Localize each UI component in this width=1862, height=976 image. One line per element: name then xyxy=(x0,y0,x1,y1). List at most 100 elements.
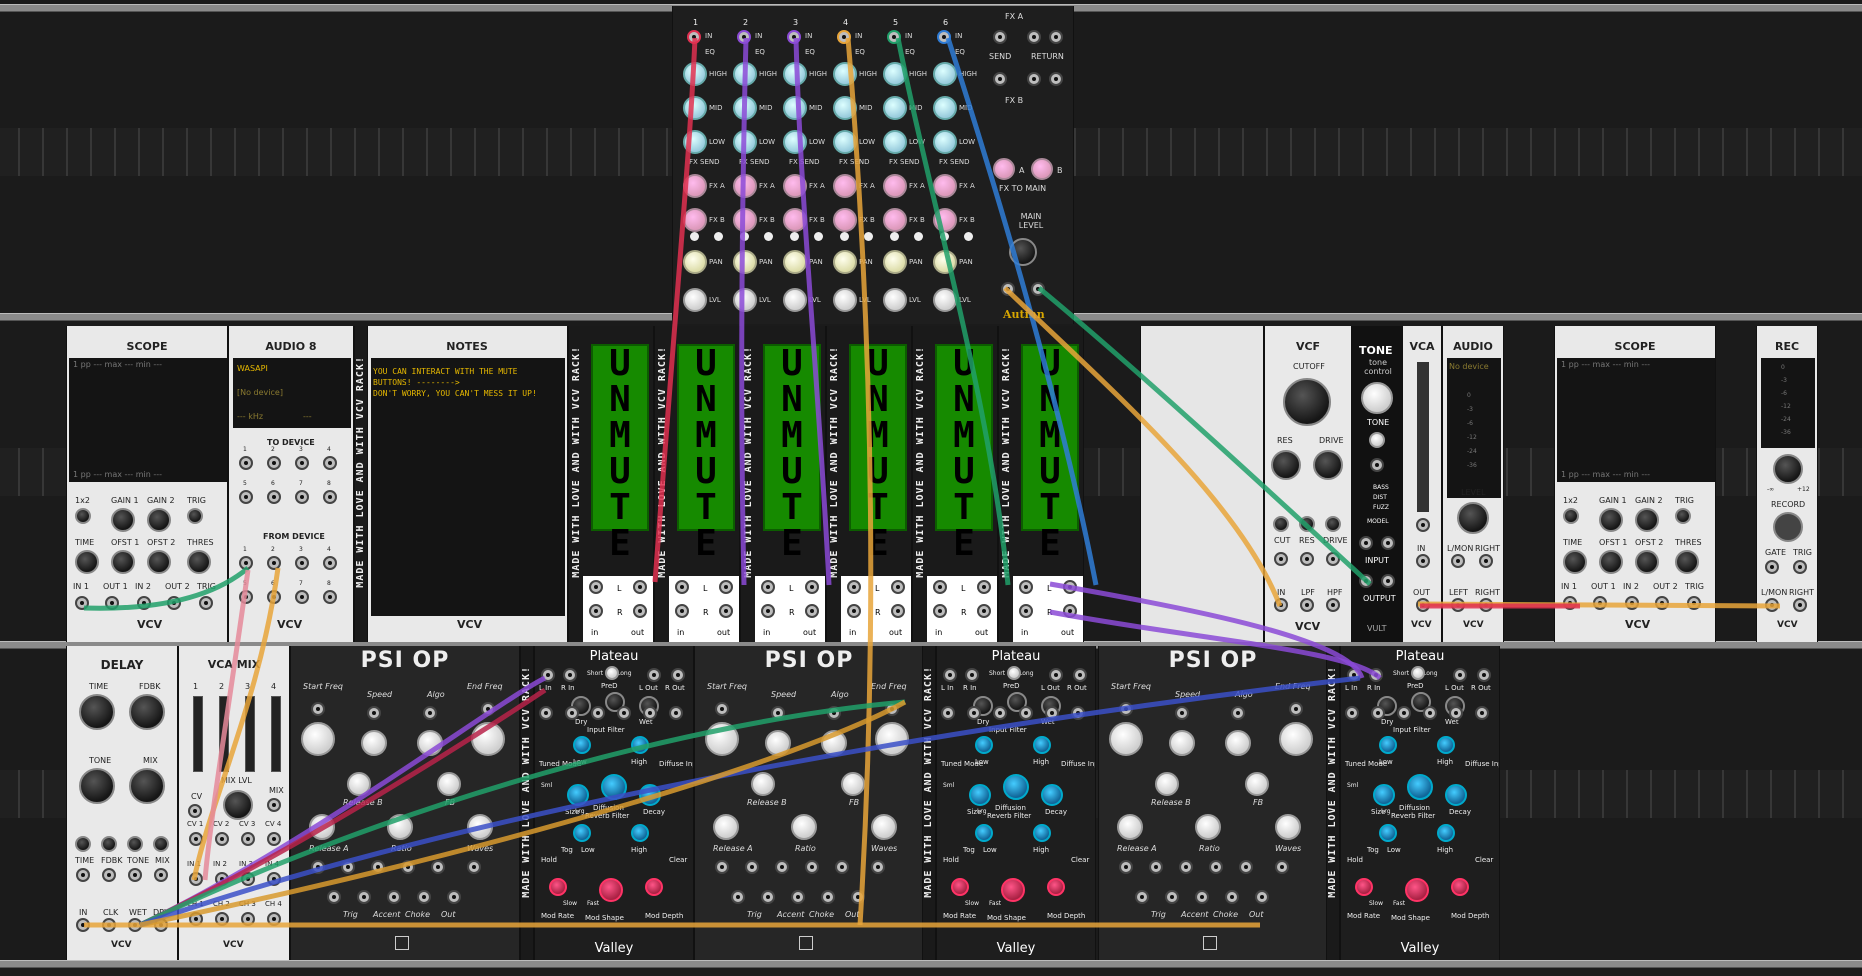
rec-r-jack[interactable] xyxy=(1793,598,1807,612)
mixer-mute-button[interactable] xyxy=(690,232,699,241)
speed-cv-jack[interactable] xyxy=(1175,706,1189,720)
mixer-solo-button[interactable] xyxy=(964,232,973,241)
vca-mix-in3-jack[interactable] xyxy=(241,872,255,886)
reverb-low-knob[interactable] xyxy=(573,824,591,842)
drive-knob[interactable] xyxy=(1313,450,1343,480)
audio8-to-device-jack[interactable] xyxy=(239,490,253,504)
scope-knob[interactable] xyxy=(147,550,171,574)
mixer-mute-button[interactable] xyxy=(790,232,799,241)
psi-op-cv-jack[interactable] xyxy=(1275,860,1289,874)
plateau-cv-jack[interactable] xyxy=(539,706,553,720)
mod-rate-knob[interactable] xyxy=(1355,878,1373,896)
end-freq-knob[interactable] xyxy=(471,722,505,756)
mixer-pan-knob[interactable] xyxy=(683,250,707,274)
vca-mix-in1-jack[interactable] xyxy=(189,872,203,886)
mixer-pan-knob[interactable] xyxy=(733,250,757,274)
mixer-in-jack[interactable] xyxy=(937,30,951,44)
ratio-knob[interactable] xyxy=(791,814,817,840)
delay-fdbk-cv-knob[interactable] xyxy=(101,836,117,852)
vca-mix-mix-jack[interactable] xyxy=(267,798,281,812)
psi-op-cv-jack[interactable] xyxy=(467,860,481,874)
mixer-mid-knob[interactable] xyxy=(783,96,807,120)
mixer-low-knob[interactable] xyxy=(733,130,757,154)
audio8-rate[interactable]: --- kHz xyxy=(237,412,263,421)
tone-bass-label[interactable]: BASS xyxy=(1373,484,1389,491)
speed-cv-jack[interactable] xyxy=(367,706,381,720)
reverb-low-knob[interactable] xyxy=(975,824,993,842)
vca-out-jack[interactable] xyxy=(1416,598,1430,612)
unmute-button[interactable]: UNMUTE xyxy=(591,344,649,562)
mod-shape-knob[interactable] xyxy=(599,878,623,902)
vca-level-slider[interactable] xyxy=(1417,362,1429,512)
plateau-r-out-jack[interactable] xyxy=(671,668,685,682)
unmute-out-l-jack[interactable] xyxy=(719,580,733,594)
unmute-out-r-jack[interactable] xyxy=(1063,604,1077,618)
plateau-cv-jack[interactable] xyxy=(1071,706,1085,720)
audio8-from-device-jack[interactable] xyxy=(267,556,281,570)
input-high-knob[interactable] xyxy=(1033,736,1051,754)
delay-mix-cv-jack[interactable] xyxy=(154,868,168,882)
audio8-from-device-jack[interactable] xyxy=(267,590,281,604)
psi-op-cv-jack[interactable] xyxy=(1179,860,1193,874)
mixer-fx_b-knob[interactable] xyxy=(933,208,957,232)
cut-cv-knob[interactable] xyxy=(1273,516,1289,532)
scope-knob[interactable] xyxy=(1599,508,1623,532)
mixer-high-knob[interactable] xyxy=(783,62,807,86)
plateau-cv-jack[interactable] xyxy=(1019,706,1033,720)
vca-mix-fader[interactable] xyxy=(193,696,203,772)
mixer-fx_b-knob[interactable] xyxy=(833,208,857,232)
vca-mix-fader[interactable] xyxy=(271,696,281,772)
end-freq-cv-jack[interactable] xyxy=(481,702,495,716)
mixer-high-knob[interactable] xyxy=(883,62,907,86)
mixer-mute-button[interactable] xyxy=(890,232,899,241)
plateau-cv-jack[interactable] xyxy=(967,706,981,720)
psi-op-cv-jack[interactable] xyxy=(775,860,789,874)
scope-knob[interactable] xyxy=(1635,550,1659,574)
vca-mix-fader[interactable] xyxy=(219,696,229,772)
vca-mix-cv-jack[interactable] xyxy=(188,804,202,818)
psi-op-io-jack[interactable] xyxy=(791,890,805,904)
vca-mix-ch3-jack[interactable] xyxy=(241,912,255,926)
mixer-mute-button[interactable] xyxy=(740,232,749,241)
unmute-in-l-jack[interactable] xyxy=(933,580,947,594)
mixer-fx_b-knob[interactable] xyxy=(883,208,907,232)
psi-op-io-jack[interactable] xyxy=(731,890,745,904)
audio8-to-device-jack[interactable] xyxy=(323,490,337,504)
algo-knob[interactable] xyxy=(417,730,443,756)
delay-dry-jack[interactable] xyxy=(154,918,168,932)
plateau-r-out-jack[interactable] xyxy=(1073,668,1087,682)
tone-input-l-jack[interactable] xyxy=(1359,536,1373,550)
algo-cv-jack[interactable] xyxy=(827,706,841,720)
delay-mix-cv-knob[interactable] xyxy=(153,836,169,852)
rec-gain-knob[interactable] xyxy=(1773,454,1803,484)
unmute-out-r-jack[interactable] xyxy=(805,604,819,618)
scope-knob[interactable] xyxy=(1635,508,1659,532)
predelay-knob[interactable] xyxy=(1411,666,1425,680)
drive-cv-knob[interactable] xyxy=(1325,516,1341,532)
scope-jack[interactable] xyxy=(167,596,181,610)
decay-knob[interactable] xyxy=(1041,784,1063,806)
vcf-in-jack[interactable] xyxy=(1274,598,1288,612)
speed-knob[interactable] xyxy=(765,730,791,756)
vca-mix-fader[interactable] xyxy=(245,696,255,772)
diffusion-knob[interactable] xyxy=(601,774,627,800)
scope-knob[interactable] xyxy=(1563,508,1579,524)
tone-input-r-jack[interactable] xyxy=(1381,536,1395,550)
unmute-out-r-jack[interactable] xyxy=(719,604,733,618)
vca-mix-cv4-jack[interactable] xyxy=(267,832,281,846)
psi-op-cv-jack[interactable] xyxy=(835,860,849,874)
input-low-knob[interactable] xyxy=(975,736,993,754)
waves-knob[interactable] xyxy=(467,814,493,840)
mixer-low-knob[interactable] xyxy=(783,130,807,154)
mixer-pan-knob[interactable] xyxy=(783,250,807,274)
unmute-in-r-jack[interactable] xyxy=(847,604,861,618)
scope-knob[interactable] xyxy=(111,550,135,574)
audio8-to-device-jack[interactable] xyxy=(295,456,309,470)
mix-lvl-knob[interactable] xyxy=(223,790,253,820)
mixer-solo-button[interactable] xyxy=(914,232,923,241)
reverb-high-knob[interactable] xyxy=(631,824,649,842)
delay-time-cv-knob[interactable] xyxy=(75,836,91,852)
mixer-in-jack[interactable] xyxy=(787,30,801,44)
mixer-mute-button[interactable] xyxy=(940,232,949,241)
tone-output-l-jack[interactable] xyxy=(1359,574,1373,588)
